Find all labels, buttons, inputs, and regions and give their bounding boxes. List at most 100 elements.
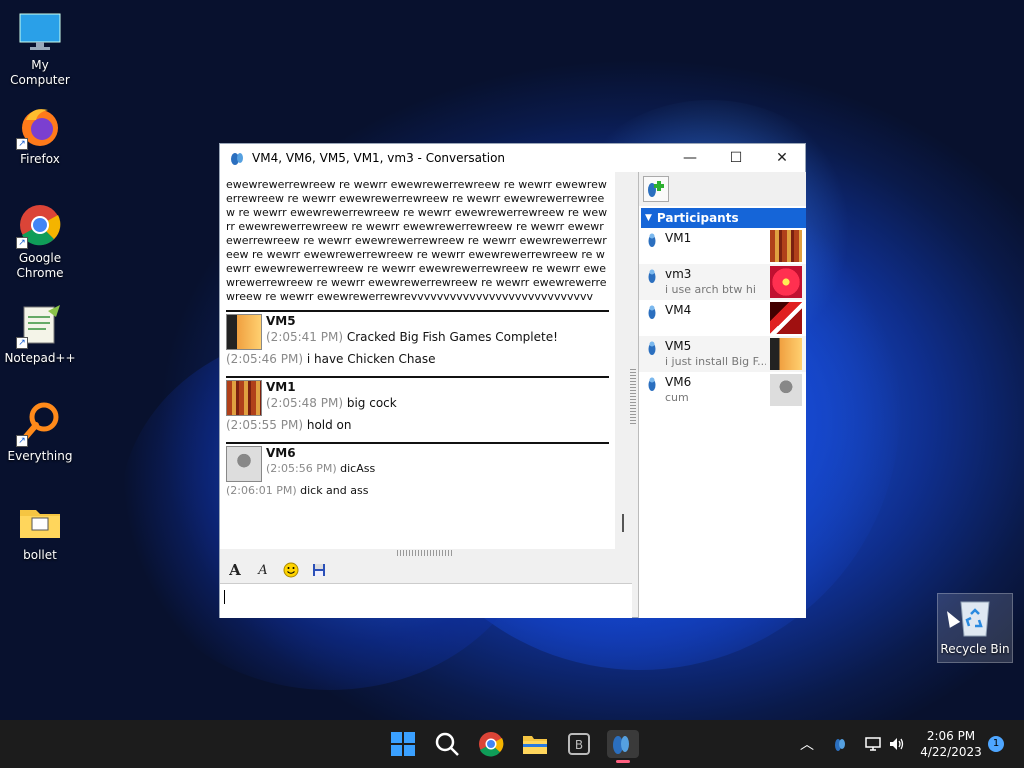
firefox-icon: ↗ [16, 104, 62, 150]
desktop-icon-notepad-plus-plus[interactable]: ↗ Notepad++ [0, 303, 80, 366]
participants-header[interactable]: ▼ Participants [641, 208, 806, 228]
input-resize-handle[interactable] [397, 550, 452, 556]
buddy-icon [647, 232, 657, 248]
text-caret [224, 590, 225, 604]
message-sender: VM6 [266, 446, 296, 460]
desktop-icon-firefox[interactable]: ↗ Firefox [0, 104, 80, 167]
chrome-icon [479, 732, 504, 757]
taskbar-app[interactable]: B [565, 730, 593, 758]
conversation-window[interactable]: VM4, VM6, VM5, VM1, vm3 - Conversation —… [219, 143, 806, 618]
notepad-plus-plus-icon: ↗ [16, 303, 62, 349]
expand-triangle-icon: ▼ [645, 213, 652, 223]
maximize-button[interactable]: ☐ [713, 144, 759, 172]
avatar [226, 314, 262, 350]
participant-name: VM6 [665, 375, 692, 389]
participant-item[interactable]: vm3 i use arch btw hi [639, 264, 806, 300]
buddy-icon [647, 268, 657, 284]
minimize-button[interactable]: — [667, 144, 713, 172]
message-line: (2:05:56 PM) dicAss [266, 462, 376, 475]
desktop-icon-label: Firefox [20, 152, 60, 166]
chevron-up-icon: ︿ [800, 737, 814, 753]
add-participant-button[interactable] [643, 176, 669, 202]
participant-name: VM1 [665, 231, 692, 245]
participant-item[interactable]: VM6 cum [639, 372, 806, 408]
pidgin-icon [835, 739, 845, 751]
font-icon[interactable]: A [224, 560, 246, 580]
avatar [770, 374, 802, 406]
chrome-icon: ↗ [16, 203, 62, 249]
participant-name: VM4 [665, 303, 692, 317]
taskbar-pidgin[interactable] [607, 730, 639, 763]
participant-status: cum [665, 391, 689, 404]
buddy-icon [647, 376, 657, 392]
active-indicator [616, 760, 630, 763]
notification-badge[interactable]: 1 [988, 736, 1004, 752]
shortcut-arrow-icon: ↗ [16, 138, 28, 150]
desktop-icon-everything[interactable]: ↗ Everything [0, 401, 80, 464]
start-button[interactable] [389, 730, 417, 758]
desktop-icon-label: bollet [23, 548, 57, 562]
desktop-icon-label: Recycle Bin [940, 642, 1010, 656]
svg-text:B: B [575, 738, 583, 752]
pane-resize-handle[interactable] [630, 369, 636, 424]
avatar [226, 446, 262, 482]
desktop-icon-google-chrome[interactable]: ↗ Google Chrome [0, 203, 80, 281]
desktop-icon-label: Notepad++ [4, 351, 76, 365]
save-icon[interactable] [308, 560, 330, 580]
message-line: (2:05:41 PM) Cracked Big Fish Games Comp… [266, 330, 558, 344]
taskbar: B ︿ 2:06 PM 4/22/2023 [0, 720, 1024, 768]
message-line: (2:05:55 PM) hold on [226, 418, 352, 432]
close-button[interactable]: ✕ [759, 144, 805, 172]
desktop-icon-label: My Computer [10, 58, 70, 87]
tray-pidgin[interactable] [832, 720, 848, 768]
scrollbar[interactable] [622, 514, 624, 532]
participant-item[interactable]: VM5 i just install Big F... [639, 336, 806, 372]
conversation-history[interactable]: ewewrewerrewreew re wewrr ewewrewerrewre… [220, 172, 615, 549]
app-icon: B [568, 733, 590, 755]
smiley-icon[interactable] [280, 560, 302, 580]
window-titlebar[interactable]: VM4, VM6, VM5, VM1, vm3 - Conversation —… [220, 144, 805, 172]
desktop-icon-recycle-bin[interactable]: Recycle Bin [937, 593, 1013, 663]
avatar [770, 266, 802, 298]
message-sender: VM1 [266, 380, 296, 394]
participant-item[interactable]: VM4 [639, 300, 806, 336]
taskbar-file-explorer[interactable] [521, 730, 549, 758]
message-text: ewewrewerrewreew re wewrr ewewrewerrewre… [226, 178, 608, 303]
buddy-icon [647, 340, 657, 356]
message-line: (2:05:46 PM) i have Chicken Chase [226, 352, 436, 366]
text-style-icon[interactable]: A [252, 560, 274, 580]
desktop-icon-bollet[interactable]: bollet [0, 500, 80, 563]
clock-time: 2:06 PM [926, 729, 976, 743]
participant-name: VM5 [665, 339, 692, 353]
taskbar-clock[interactable]: 2:06 PM 4/22/2023 [920, 728, 982, 760]
search-icon [435, 732, 459, 756]
tray-network[interactable] [864, 720, 882, 768]
message-group: VM6 (2:05:56 PM) dicAss (2:06:01 PM) dic… [226, 442, 609, 497]
shortcut-arrow-icon: ↗ [16, 337, 28, 349]
tray-volume[interactable] [888, 720, 906, 768]
desktop-icon-label: Everything [7, 449, 73, 463]
participant-name: vm3 [665, 267, 692, 281]
search-button[interactable] [433, 730, 461, 758]
message-line: (2:06:01 PM) dick and ass [226, 484, 369, 497]
message-group: VM1 (2:05:48 PM) big cock (2:05:55 PM) h… [226, 376, 609, 432]
message-input[interactable] [220, 583, 632, 618]
participants-panel: ▼ Participants VM1 vm3 i use arch btw hi… [638, 172, 806, 618]
desktop-icon-my-computer[interactable]: My Computer [0, 10, 80, 88]
message-sender: VM5 [266, 314, 296, 328]
formatting-toolbar: A A [220, 557, 632, 583]
recycle-bin-icon [957, 598, 993, 638]
magnifier-icon: ↗ [16, 401, 62, 447]
participant-status: i use arch btw hi [665, 283, 756, 296]
show-hidden-icons-button[interactable]: ︿ [800, 720, 814, 768]
participant-item[interactable]: VM1 [639, 228, 806, 264]
clock-date: 4/22/2023 [920, 745, 982, 759]
message-group: VM5 (2:05:41 PM) Cracked Big Fish Games … [226, 310, 609, 366]
taskbar-chrome[interactable] [477, 730, 505, 758]
add-buddy-icon [648, 181, 664, 197]
message-line: (2:05:48 PM) big cock [266, 396, 397, 410]
windows-icon [391, 732, 415, 756]
network-icon [865, 737, 881, 751]
avatar [770, 338, 802, 370]
folder-icon [18, 500, 62, 544]
